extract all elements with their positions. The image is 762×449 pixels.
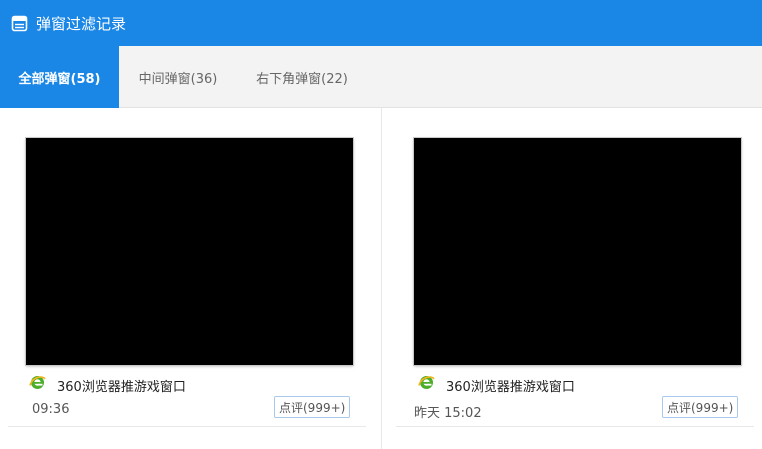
popup-title: 360浏览器推游戏窗口 — [446, 380, 575, 395]
review-button[interactable]: 点评(999+) — [274, 396, 351, 418]
popup-time: 09:36 — [32, 402, 70, 417]
popup-record-grid: 360浏览器推游戏窗口 09:36 点评(999+) 360浏览器推游戏窗口 昨… — [0, 108, 762, 449]
title-bar: 弹窗过滤记录 — [0, 0, 762, 46]
popup-thumbnail[interactable] — [414, 138, 741, 365]
tab-all-popups[interactable]: 全部弹窗(58) — [0, 46, 119, 108]
ie-browser-icon — [29, 374, 46, 391]
popup-record-card: 360浏览器推游戏窗口 昨天 15:02 点评(999+) — [382, 108, 762, 426]
row-divider — [396, 426, 754, 427]
popup-record-card: 360浏览器推游戏窗口 09:36 点评(999+) — [0, 108, 381, 426]
tab-bottom-right-popups[interactable]: 右下角弹窗(22) — [237, 46, 367, 108]
popup-title: 360浏览器推游戏窗口 — [57, 380, 186, 395]
window-title: 弹窗过滤记录 — [36, 14, 127, 33]
popup-time: 昨天 15:02 — [414, 406, 482, 421]
popup-thumbnail[interactable] — [26, 138, 353, 365]
review-button[interactable]: 点评(999+) — [662, 396, 739, 418]
filter-tabs: 全部弹窗(58) 中间弹窗(36) 右下角弹窗(22) — [0, 46, 762, 108]
row-divider — [8, 426, 366, 427]
tab-center-popups[interactable]: 中间弹窗(36) — [119, 46, 237, 108]
window-icon — [11, 15, 28, 32]
ie-browser-icon — [418, 374, 435, 391]
